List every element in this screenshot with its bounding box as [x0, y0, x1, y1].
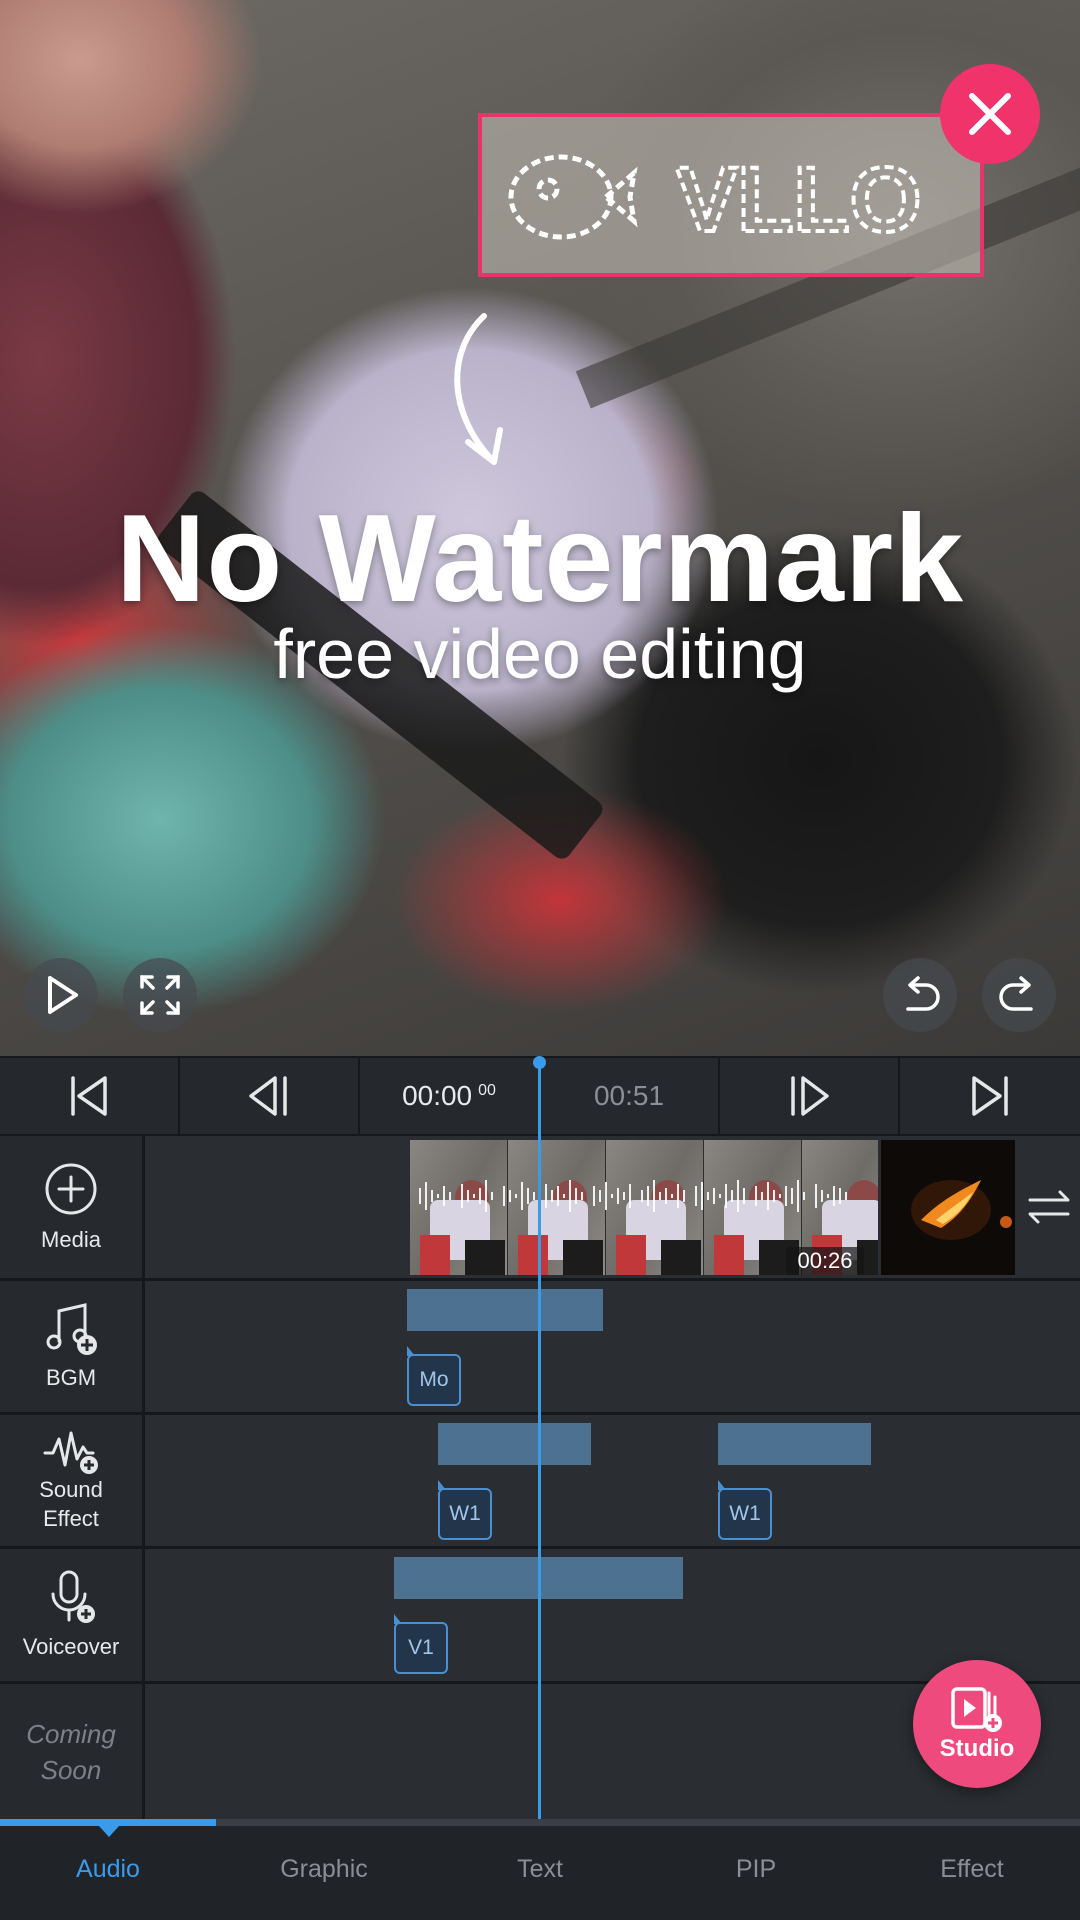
watermark-box[interactable]: VLLO [478, 113, 984, 277]
sound-effect-label-line2: Effect [43, 1505, 99, 1531]
fullscreen-button[interactable] [123, 958, 197, 1032]
tab-graphic[interactable]: Graphic [216, 1819, 432, 1920]
skip-to-start-button[interactable] [0, 1058, 180, 1134]
curved-arrow-icon [454, 313, 503, 465]
coming-soon-line1: Coming [26, 1718, 116, 1749]
add-sound-effect-button[interactable]: Sound Effect [0, 1415, 145, 1546]
step-forward-icon [791, 1076, 829, 1116]
tab-audio[interactable]: Audio [0, 1819, 216, 1920]
voiceover-label: Voiceover [22, 1633, 120, 1659]
play-button[interactable] [24, 958, 98, 1032]
playhead[interactable] [533, 1056, 546, 1820]
step-back-icon [249, 1076, 287, 1116]
sound-effect-label-line1: Sound [39, 1476, 103, 1502]
headline: No Watermark [115, 490, 965, 628]
transition-swap-icon[interactable] [1026, 1188, 1072, 1226]
current-time-value: 00:00 [402, 1080, 473, 1111]
skip-to-end-button[interactable] [900, 1058, 1080, 1134]
video-preview[interactable]: VLLO No Watermark free video editing [0, 0, 1080, 1056]
undo-icon [906, 976, 940, 1011]
subheadline: free video editing [273, 615, 807, 693]
fire-thumbnail-icon [911, 1180, 1012, 1240]
studio-button[interactable]: Studio [913, 1660, 1041, 1788]
tab-effect[interactable]: Effect [864, 1819, 1080, 1920]
tab-text[interactable]: Text [432, 1819, 648, 1920]
bgm-label: BGM [45, 1365, 97, 1390]
redo-button[interactable] [982, 958, 1056, 1032]
tab-pip[interactable]: PIP [648, 1819, 864, 1920]
add-media-button[interactable]: Media [0, 1136, 145, 1278]
bgm-clip-tag[interactable]: Mo [407, 1346, 461, 1406]
sound-effect-clip-tag[interactable]: W1 [438, 1480, 492, 1540]
add-bgm-button[interactable]: BGM [0, 1281, 145, 1412]
coming-soon-line2: Soon [40, 1754, 102, 1785]
sound-effect-clip-tag[interactable]: W1 [718, 1480, 772, 1540]
close-icon [969, 93, 1011, 135]
previous-frame-button[interactable] [180, 1058, 360, 1134]
sound-wave-icon [43, 1431, 98, 1474]
video-frame-fire[interactable] [881, 1140, 1015, 1275]
next-frame-button[interactable] [720, 1058, 900, 1134]
redo-icon [999, 976, 1033, 1011]
studio-icon [951, 1687, 1002, 1732]
voiceover-clip-tag[interactable]: V1 [394, 1614, 448, 1674]
add-voiceover-button[interactable]: Voiceover [0, 1549, 145, 1681]
microphone-icon [51, 1570, 95, 1623]
add-media-icon [45, 1163, 97, 1214]
undo-button[interactable] [883, 958, 957, 1032]
bgm-clip[interactable] [407, 1289, 603, 1331]
media-label: Media [41, 1226, 101, 1252]
current-time: 00:00 00 [360, 1058, 540, 1134]
current-time-frames: 00 [478, 1081, 496, 1099]
coming-soon-label: Coming Soon [0, 1684, 145, 1819]
audio-waveform-icon [419, 1180, 847, 1212]
total-time: 00:51 [540, 1058, 720, 1134]
bottom-tab-bar: Audio Graphic Text PIP Effect [0, 1819, 1080, 1920]
sound-effect-clip[interactable] [718, 1423, 871, 1465]
studio-label: Studio [939, 1735, 1015, 1762]
watermark-text: VLLO [676, 151, 921, 247]
sound-effect-clip[interactable] [438, 1423, 591, 1465]
close-button[interactable] [940, 64, 1040, 164]
music-note-icon [46, 1303, 97, 1355]
total-time-value: 00:51 [593, 1080, 665, 1111]
play-icon [48, 976, 78, 1014]
clip-duration-badge: 00:26 [786, 1247, 864, 1275]
vllo-logo-icon: VLLO [508, 151, 923, 247]
skip-end-icon [972, 1076, 1008, 1116]
skip-start-icon [71, 1076, 107, 1116]
fullscreen-icon [140, 975, 180, 1015]
